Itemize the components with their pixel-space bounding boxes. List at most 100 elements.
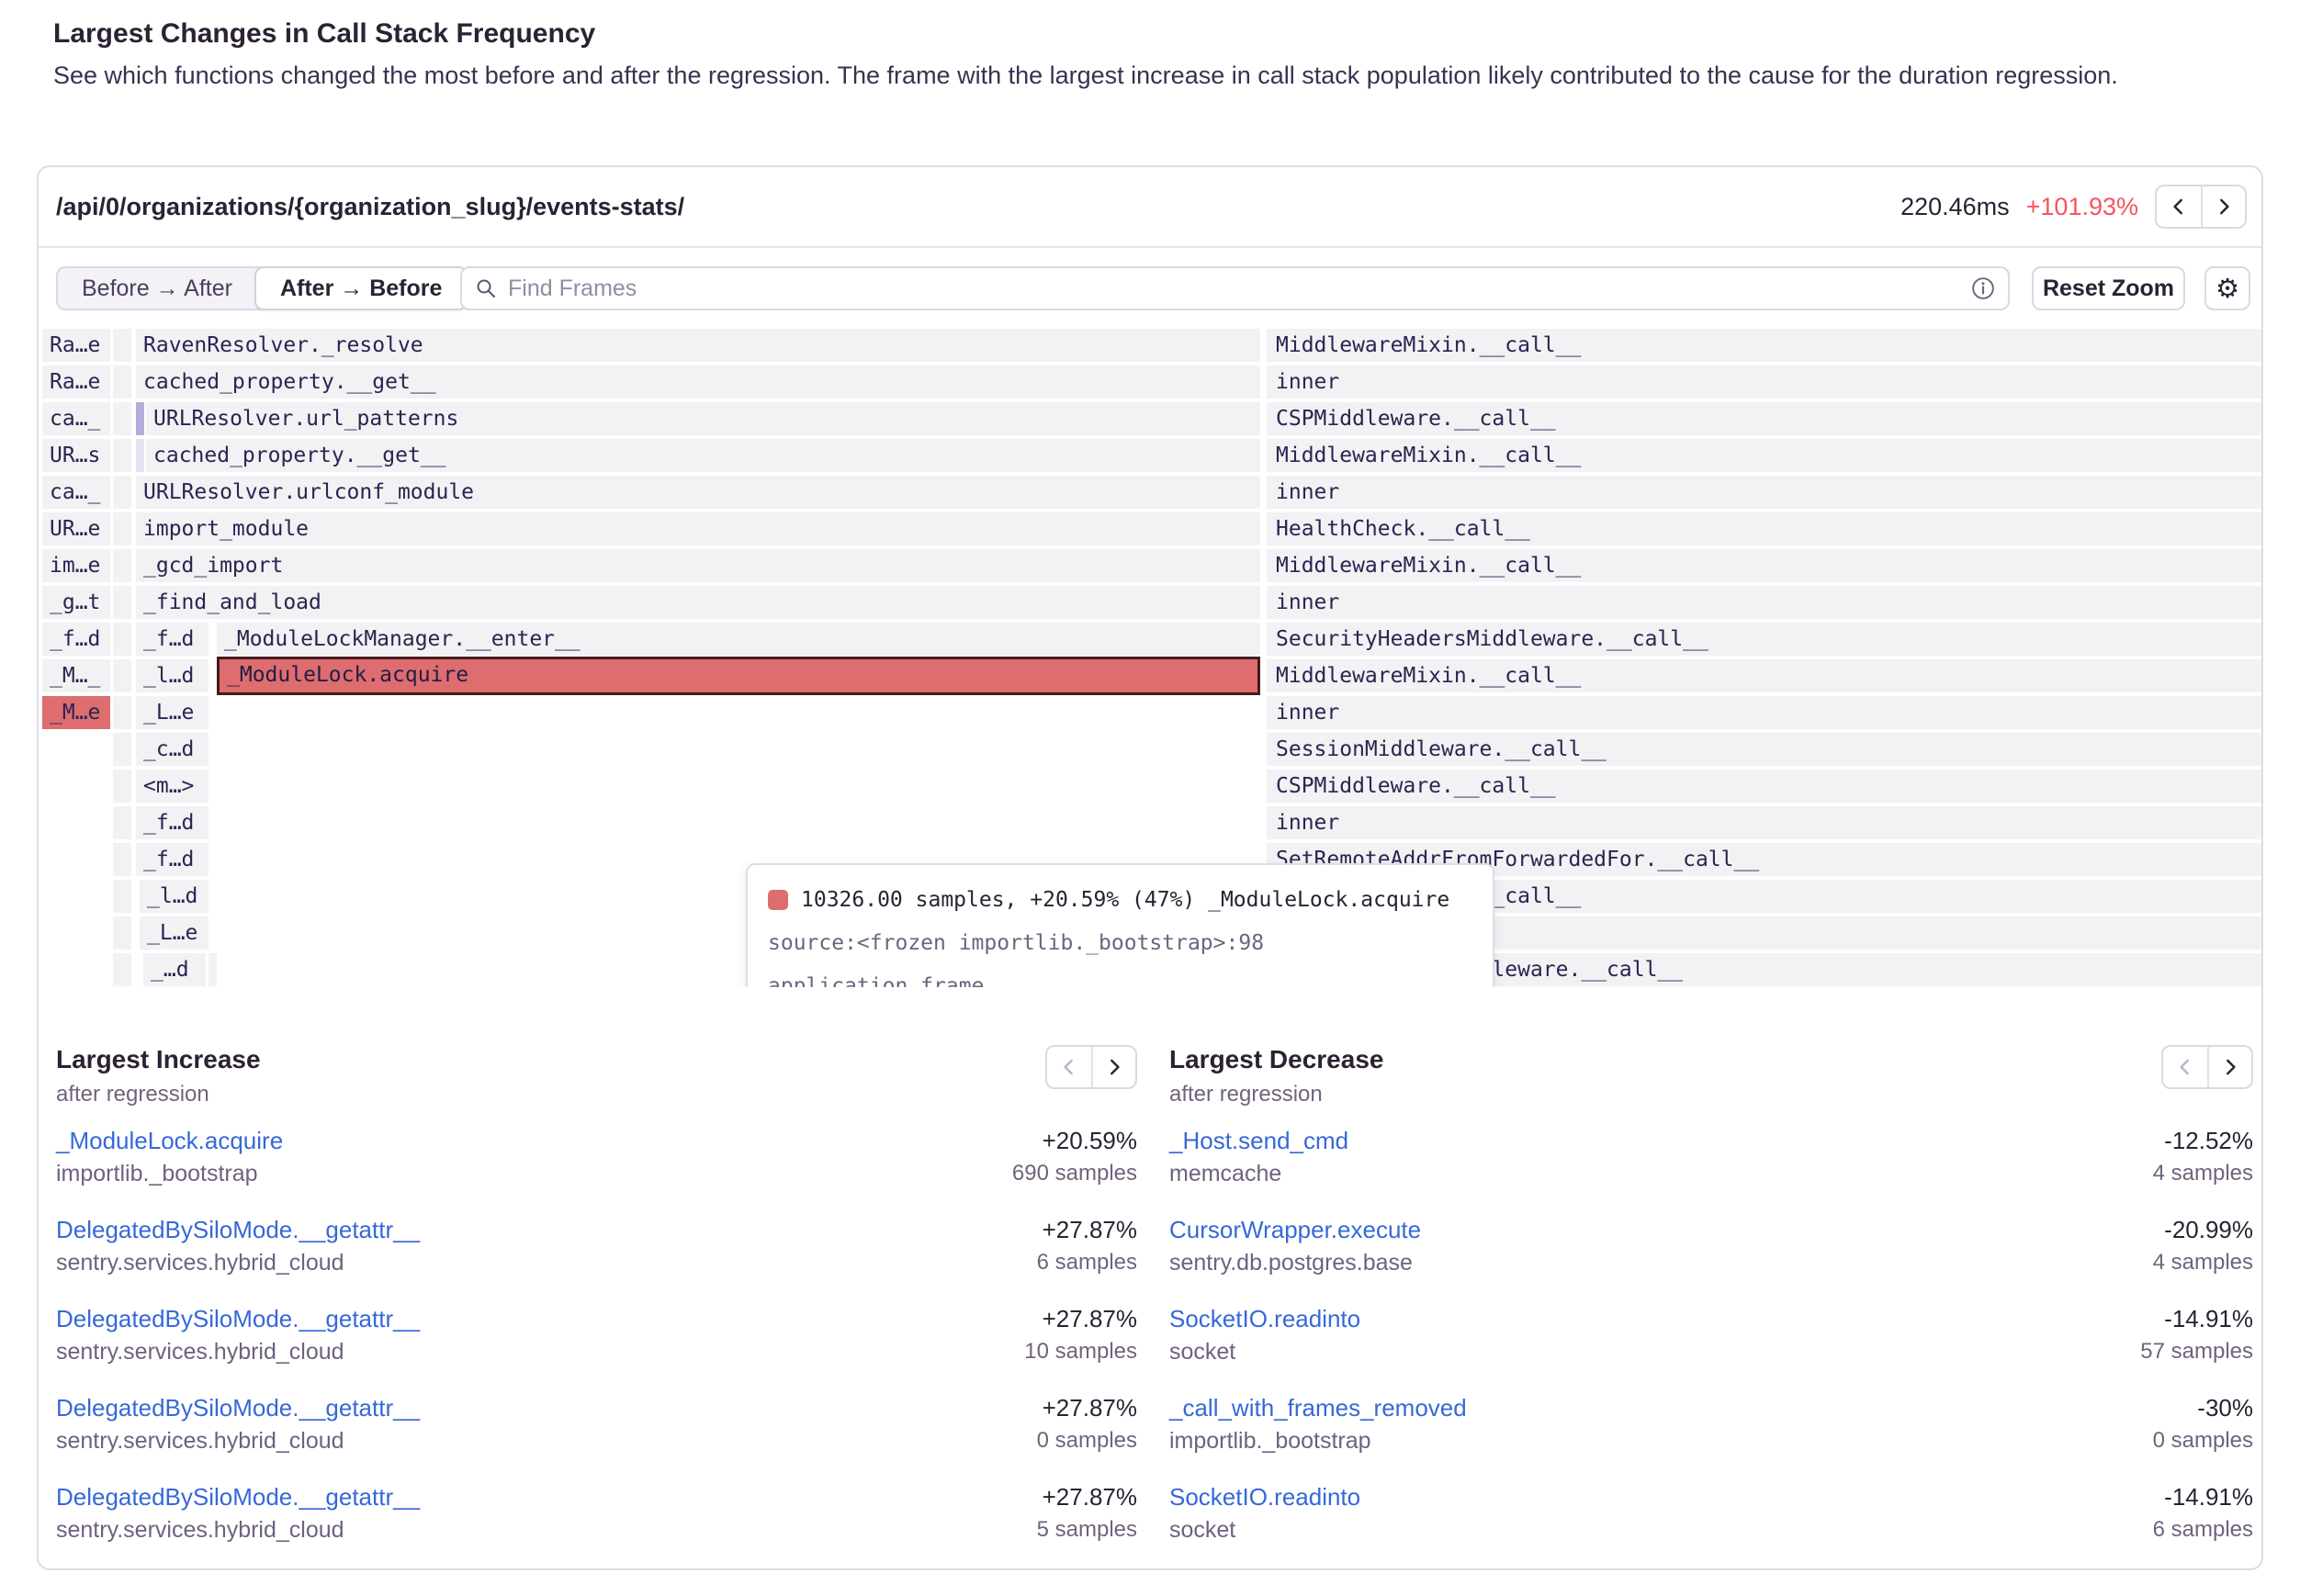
function-link[interactable]: DelegatedBySiloMode.__getattr__: [56, 1391, 420, 1424]
increase-prev-button[interactable]: [1047, 1047, 1091, 1087]
function-link[interactable]: DelegatedBySiloMode.__getattr__: [56, 1480, 420, 1513]
segment-before-after[interactable]: Before → After: [58, 268, 256, 309]
frame-cell[interactable]: [113, 733, 131, 766]
frame-cell[interactable]: [113, 623, 131, 656]
frame-cell[interactable]: _L…e: [136, 696, 209, 729]
frame-cell[interactable]: _gcd_import: [136, 549, 1260, 582]
frame-cell[interactable]: cached_property.__get__: [136, 365, 1260, 399]
frame-cell[interactable]: [113, 329, 131, 362]
frame-cell[interactable]: MiddlewareMixin.__call__: [1267, 329, 2261, 362]
module-label: importlib._bootstrap: [56, 1157, 283, 1190]
frame-cell[interactable]: [113, 696, 131, 729]
find-frames-search[interactable]: [460, 266, 2010, 310]
search-input[interactable]: [506, 275, 1971, 303]
gear-icon[interactable]: ⚙: [2204, 266, 2250, 310]
search-icon: [475, 277, 497, 299]
frame-cell[interactable]: Ra…e: [42, 365, 110, 399]
function-link[interactable]: _ModuleLock.acquire: [56, 1124, 283, 1157]
frame-cell[interactable]: _ModuleLock.acquire: [217, 657, 1260, 695]
frame-cell[interactable]: [113, 512, 131, 545]
frame-cell[interactable]: _M…e: [42, 696, 110, 729]
frame-cell[interactable]: [113, 476, 131, 509]
frame-cell[interactable]: [209, 953, 217, 986]
frame-cell[interactable]: _ModuleLockManager.__enter__: [217, 623, 1260, 656]
frame-cell[interactable]: Ra…e: [42, 329, 110, 362]
reset-zoom-button[interactable]: Reset Zoom: [2032, 266, 2185, 310]
frame-cell[interactable]: _L…e: [140, 916, 209, 950]
frame-cell[interactable]: [113, 806, 131, 839]
increase-next-button[interactable]: [1091, 1047, 1135, 1087]
frame-cell[interactable]: [113, 549, 131, 582]
frame-cell[interactable]: [113, 953, 131, 986]
frame-cell[interactable]: SecurityHeadersMiddleware.__call__: [1267, 623, 2261, 656]
frame-cell[interactable]: _f…d: [42, 623, 110, 656]
info-icon[interactable]: [1971, 276, 1995, 300]
frame-cell[interactable]: inner: [1267, 365, 2261, 399]
frame-cell[interactable]: [136, 439, 144, 472]
frame-cell[interactable]: _f…d: [136, 623, 209, 656]
frame-cell[interactable]: _l…d: [140, 880, 209, 913]
flamegraph-toolbar: Before → After After → Before Reset Zoom…: [39, 248, 2261, 331]
frame-cell[interactable]: SessionMiddleware.__call__: [1267, 733, 2261, 766]
frame-cell[interactable]: [113, 843, 131, 876]
frame-cell[interactable]: [113, 659, 131, 692]
frame-cell[interactable]: UR…e: [42, 512, 110, 545]
sample-count: 0 samples: [1037, 1424, 1137, 1457]
flamegraph-canvas[interactable]: Ra…eRavenResolver._resolveMiddlewareMixi…: [39, 329, 2261, 987]
frame-cell[interactable]: _g…t: [42, 586, 110, 619]
frame-cell[interactable]: UR…s: [42, 439, 110, 472]
frame-cell[interactable]: inner: [1267, 586, 2261, 619]
frame-cell[interactable]: [113, 916, 131, 950]
frame-cell[interactable]: _find_and_load: [136, 586, 1260, 619]
sample-count: 4 samples: [2153, 1157, 2253, 1190]
frame-cell[interactable]: _l…d: [136, 659, 209, 692]
frame-cell[interactable]: MiddlewareMixin.__call__: [1267, 439, 2261, 472]
frame-cell[interactable]: URLResolver.urlconf_module: [136, 476, 1260, 509]
frame-cell[interactable]: CSPMiddleware.__call__: [1267, 402, 2261, 435]
frame-cell[interactable]: import_module: [136, 512, 1260, 545]
frame-cell[interactable]: URLResolver.url_patterns: [146, 402, 1260, 435]
segment-after-before[interactable]: After → Before: [254, 266, 468, 310]
prev-endpoint-button[interactable]: [2157, 186, 2201, 227]
decrease-prev-button[interactable]: [2163, 1047, 2207, 1087]
function-link[interactable]: SocketIO.readinto: [1169, 1480, 1360, 1513]
frame-cell[interactable]: RavenResolver._resolve: [136, 329, 1260, 362]
frame-cell[interactable]: CSPMiddleware.__call__: [1267, 770, 2261, 803]
frame-cell[interactable]: inner: [1267, 806, 2261, 839]
frame-cell[interactable]: MiddlewareMixin.__call__: [1267, 659, 2261, 692]
frame-cell[interactable]: MiddlewareMixin.__call__: [1267, 549, 2261, 582]
frame-cell[interactable]: _f…d: [136, 806, 209, 839]
frame-cell[interactable]: [113, 770, 131, 803]
function-link[interactable]: DelegatedBySiloMode.__getattr__: [56, 1213, 420, 1246]
frame-cell[interactable]: [113, 439, 131, 472]
frame-cell[interactable]: _…d: [143, 953, 206, 986]
function-link[interactable]: DelegatedBySiloMode.__getattr__: [56, 1302, 420, 1335]
function-link[interactable]: _Host.send_cmd: [1169, 1124, 1348, 1157]
frame-cell[interactable]: cached_property.__get__: [146, 439, 1260, 472]
function-link[interactable]: SocketIO.readinto: [1169, 1302, 1360, 1335]
frame-cell[interactable]: [113, 586, 131, 619]
frame-cell[interactable]: <m…>: [136, 770, 209, 803]
module-label: sentry.services.hybrid_cloud: [56, 1335, 420, 1368]
decrease-next-button[interactable]: [2207, 1047, 2251, 1087]
frame-cell[interactable]: [113, 880, 131, 913]
frame-cell[interactable]: _M…_: [42, 659, 110, 692]
frame-cell[interactable]: ca…_: [42, 476, 110, 509]
frame-cell[interactable]: im…e: [42, 549, 110, 582]
frame-cell[interactable]: ca…_: [42, 402, 110, 435]
function-link[interactable]: _call_with_frames_removed: [1169, 1391, 1467, 1424]
frame-cell[interactable]: HealthCheck.__call__: [1267, 512, 2261, 545]
frame-cell[interactable]: [113, 365, 131, 399]
decrease-list: _Host.send_cmdmemcache-12.52%4 samplesCu…: [1169, 1124, 2253, 1546]
list-item: SocketIO.readintosocket-14.91%6 samples: [1169, 1480, 2253, 1546]
frame-cell[interactable]: [136, 402, 144, 435]
frame-cell[interactable]: [113, 402, 131, 435]
sample-count: 10 samples: [1024, 1335, 1137, 1368]
frame-cell[interactable]: inner: [1267, 476, 2261, 509]
frame-cell[interactable]: inner: [1267, 696, 2261, 729]
module-label: sentry.services.hybrid_cloud: [56, 1513, 420, 1546]
next-endpoint-button[interactable]: [2201, 186, 2245, 227]
function-link[interactable]: CursorWrapper.execute: [1169, 1213, 1421, 1246]
frame-cell[interactable]: _f…d: [136, 843, 209, 876]
frame-cell[interactable]: _c…d: [136, 733, 209, 766]
